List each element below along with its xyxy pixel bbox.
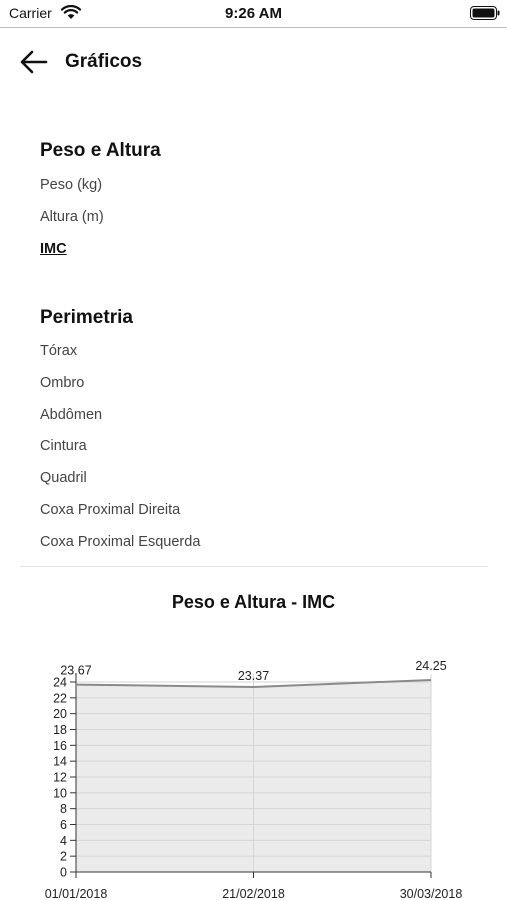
menu-item-peso[interactable]: Peso (kg): [40, 177, 102, 193]
back-button[interactable]: [16, 45, 52, 79]
y-tick-label: 20: [53, 707, 67, 721]
y-tick-label: 10: [53, 786, 67, 800]
menu-item-altura[interactable]: Altura (m): [40, 209, 104, 225]
y-tick-label: 4: [60, 834, 67, 848]
battery-icon: [470, 6, 500, 20]
y-tick-label: 18: [53, 723, 67, 737]
arrow-left-icon: [20, 50, 48, 74]
menu-item-coxa-proximal-direita[interactable]: Coxa Proximal Direita: [40, 502, 180, 518]
x-tick-label: 01/01/2018: [45, 887, 108, 900]
menu-item-cintura[interactable]: Cintura: [40, 438, 87, 454]
section-title-peso-altura: Peso e Altura: [40, 140, 161, 161]
x-tick-label: 21/02/2018: [222, 887, 285, 900]
status-bar: Carrier 9:26 AM: [0, 0, 507, 28]
menu-item-ombro[interactable]: Ombro: [40, 375, 84, 391]
status-time: 9:26 AM: [225, 5, 282, 22]
imc-chart: 02468101214161820222401/01/2018 21/02/201…: [45, 659, 463, 900]
menu-item-torax[interactable]: Tórax: [40, 343, 77, 359]
data-label: 23.67: [60, 664, 91, 678]
y-tick-label: 8: [60, 802, 67, 816]
y-tick-label: 14: [53, 755, 67, 769]
page-title: Gráficos: [65, 51, 143, 72]
menu-item-abdomen[interactable]: Abdômen: [40, 407, 102, 423]
y-tick-label: 2: [60, 850, 67, 864]
y-tick-label: 16: [53, 739, 67, 753]
section-title-perimetria: Perimetria: [40, 307, 133, 328]
menu-item-quadril[interactable]: Quadril: [40, 470, 87, 486]
divider: [20, 566, 488, 567]
data-label: 23.37: [238, 669, 269, 683]
y-tick-label: 0: [60, 866, 67, 880]
y-tick-label: 6: [60, 818, 67, 832]
data-label: 24.25: [415, 659, 446, 673]
chart-title: Peso e Altura - IMC: [171, 592, 336, 612]
x-tick-label: 30/03/2018: [400, 887, 463, 900]
header-bar: Gráficos: [0, 28, 507, 96]
y-tick-label: 22: [53, 691, 67, 705]
menu-item-imc[interactable]: IMC: [40, 241, 67, 257]
menu-item-coxa-proximal-esquerda[interactable]: Coxa Proximal Esquerda: [40, 534, 200, 550]
y-tick-label: 12: [53, 770, 67, 784]
